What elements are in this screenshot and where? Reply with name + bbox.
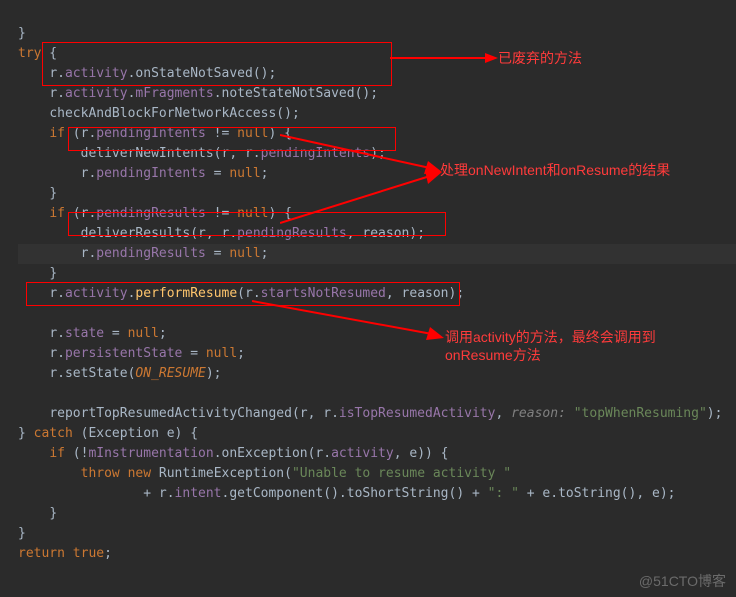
line: return true; <box>18 546 112 561</box>
line: checkAndBlockForNetworkAccess(); <box>18 106 300 121</box>
line: r.setState(ON_RESUME); <box>18 366 222 381</box>
line: r.state = null; <box>18 326 167 341</box>
line: r.persistentState = null; <box>18 346 245 361</box>
annotation-2: 处理onNewIntent和onResume的结果 <box>440 160 670 180</box>
line: if (r.pendingResults != null) { <box>18 206 292 221</box>
watermark: @51CTO博客 <box>639 571 726 591</box>
line: + r.intent.getComponent().toShortString(… <box>18 486 675 501</box>
line: deliverNewIntents(r, r.pendingIntents); <box>18 146 386 161</box>
line-highlight: r.pendingResults = null; <box>18 244 736 264</box>
line: r.pendingIntents = null; <box>18 166 268 181</box>
line: r.activity.performResume(r.startsNotResu… <box>18 286 464 301</box>
line: reportTopResumedActivityChanged(r, r.isT… <box>18 406 722 421</box>
line: r.activity.onStateNotSaved(); <box>18 66 276 81</box>
line: throw new RuntimeException("Unable to re… <box>18 466 511 481</box>
code-block: } try { r.activity.onStateNotSaved(); r.… <box>0 0 736 568</box>
line: } <box>18 186 57 201</box>
line: } <box>18 526 26 541</box>
line: deliverResults(r, r.pendingResults, reas… <box>18 226 425 241</box>
annotation-1: 已废弃的方法 <box>498 48 582 68</box>
line: r.activity.mFragments.noteStateNotSaved(… <box>18 86 378 101</box>
line: } <box>18 506 57 521</box>
line: } <box>18 266 57 281</box>
line <box>18 386 26 401</box>
annotation-3: 调用activity的方法，最终会调用到onResume方法 <box>445 328 715 364</box>
line: try { <box>18 46 57 61</box>
line: } <box>18 26 26 41</box>
line <box>18 306 26 321</box>
line: } catch (Exception e) { <box>18 426 198 441</box>
line: if (r.pendingIntents != null) { <box>18 126 292 141</box>
line: if (!mInstrumentation.onException(r.acti… <box>18 446 449 461</box>
